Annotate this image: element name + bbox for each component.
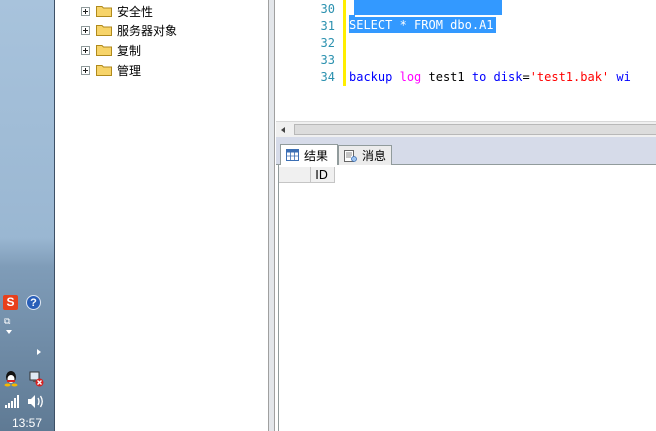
tree-item-label: 复制 xyxy=(117,43,142,58)
keyword: wi xyxy=(609,70,631,84)
line-number: 34 xyxy=(320,70,335,84)
line-number: 32 xyxy=(320,36,335,50)
code-line-31[interactable]: SELECT * FROM dbo.A1 xyxy=(349,17,496,33)
messages-icon xyxy=(344,149,357,162)
volume-icon[interactable] xyxy=(27,394,45,409)
help-icon[interactable]: ? xyxy=(26,295,41,310)
qq-icon[interactable] xyxy=(3,370,19,387)
horizontal-scrollbar[interactable] xyxy=(276,121,656,138)
code-text: dbo.A1 xyxy=(442,18,494,32)
tree-item-label: 管理 xyxy=(117,63,142,78)
selection-highlight xyxy=(354,0,502,15)
keyword: disk xyxy=(493,70,523,84)
tab-label: 结果 xyxy=(304,148,329,163)
line-number: 30 xyxy=(320,2,335,16)
tree-item-management[interactable]: 管理 xyxy=(81,61,141,79)
code-text: * xyxy=(392,18,415,32)
keyword: backup xyxy=(349,70,393,84)
expand-icon[interactable] xyxy=(81,6,90,16)
taskbar: S ? ⧉ 13:57 xyxy=(0,0,55,431)
changed-lines-marker xyxy=(343,0,346,86)
folder-icon xyxy=(96,45,112,56)
folder-icon xyxy=(96,65,112,76)
line-number-gutter: 30 31 32 33 34 xyxy=(276,0,339,121)
scroll-left-icon[interactable] xyxy=(281,127,285,133)
tab-label: 消息 xyxy=(362,149,387,163)
sogou-ime-icon[interactable]: S xyxy=(3,295,18,310)
chevron-right-icon[interactable] xyxy=(37,349,41,355)
object-explorer: 安全性 服务器对象 复制 管理 xyxy=(55,0,269,431)
chevron-down-icon[interactable] xyxy=(6,330,12,334)
expand-icon[interactable] xyxy=(81,25,90,35)
panel-splitter[interactable] xyxy=(269,0,275,431)
tree-item-replication[interactable]: 复制 xyxy=(81,41,141,59)
results-grid[interactable]: ID xyxy=(278,165,656,431)
tree-item-security[interactable]: 安全性 xyxy=(81,2,153,20)
grid-icon xyxy=(286,149,299,161)
column-header-id[interactable]: ID xyxy=(311,167,335,183)
clock[interactable]: 13:57 xyxy=(0,416,54,430)
folder-icon xyxy=(96,25,112,36)
keyword: to xyxy=(471,70,487,84)
keyword: FROM xyxy=(414,18,443,32)
keyword: SELECT xyxy=(349,18,393,32)
tree-item-label: 服务器对象 xyxy=(117,23,178,38)
grid-corner-header[interactable] xyxy=(279,167,311,183)
code-text: = xyxy=(522,70,530,84)
line-number: 31 xyxy=(320,19,335,33)
expand-icon[interactable] xyxy=(81,65,90,75)
results-tabstrip: 结果 消息 xyxy=(276,143,656,165)
scrollbar-thumb[interactable] xyxy=(294,124,656,135)
network-disconnected-icon[interactable] xyxy=(28,370,44,387)
folder-icon xyxy=(96,6,112,17)
string-literal: 'test1.bak' xyxy=(529,70,610,84)
function-keyword: log xyxy=(399,70,422,84)
query-editor[interactable]: 30 31 32 33 34 SELECT * FROM dbo.A1 back… xyxy=(276,0,656,121)
code-text: test1 xyxy=(421,70,472,84)
expand-icon[interactable] xyxy=(81,45,90,55)
line-number: 33 xyxy=(320,53,335,67)
tab-messages[interactable]: 消息 xyxy=(338,145,392,165)
tab-results[interactable]: 结果 xyxy=(280,144,338,165)
restore-icon[interactable]: ⧉ xyxy=(4,318,14,327)
code-line-34[interactable]: backup log test1 to disk='test1.bak' wi xyxy=(349,70,631,84)
tree-item-label: 安全性 xyxy=(117,4,154,19)
signal-icon[interactable] xyxy=(4,395,20,408)
tree-item-server-objects[interactable]: 服务器对象 xyxy=(81,21,177,39)
